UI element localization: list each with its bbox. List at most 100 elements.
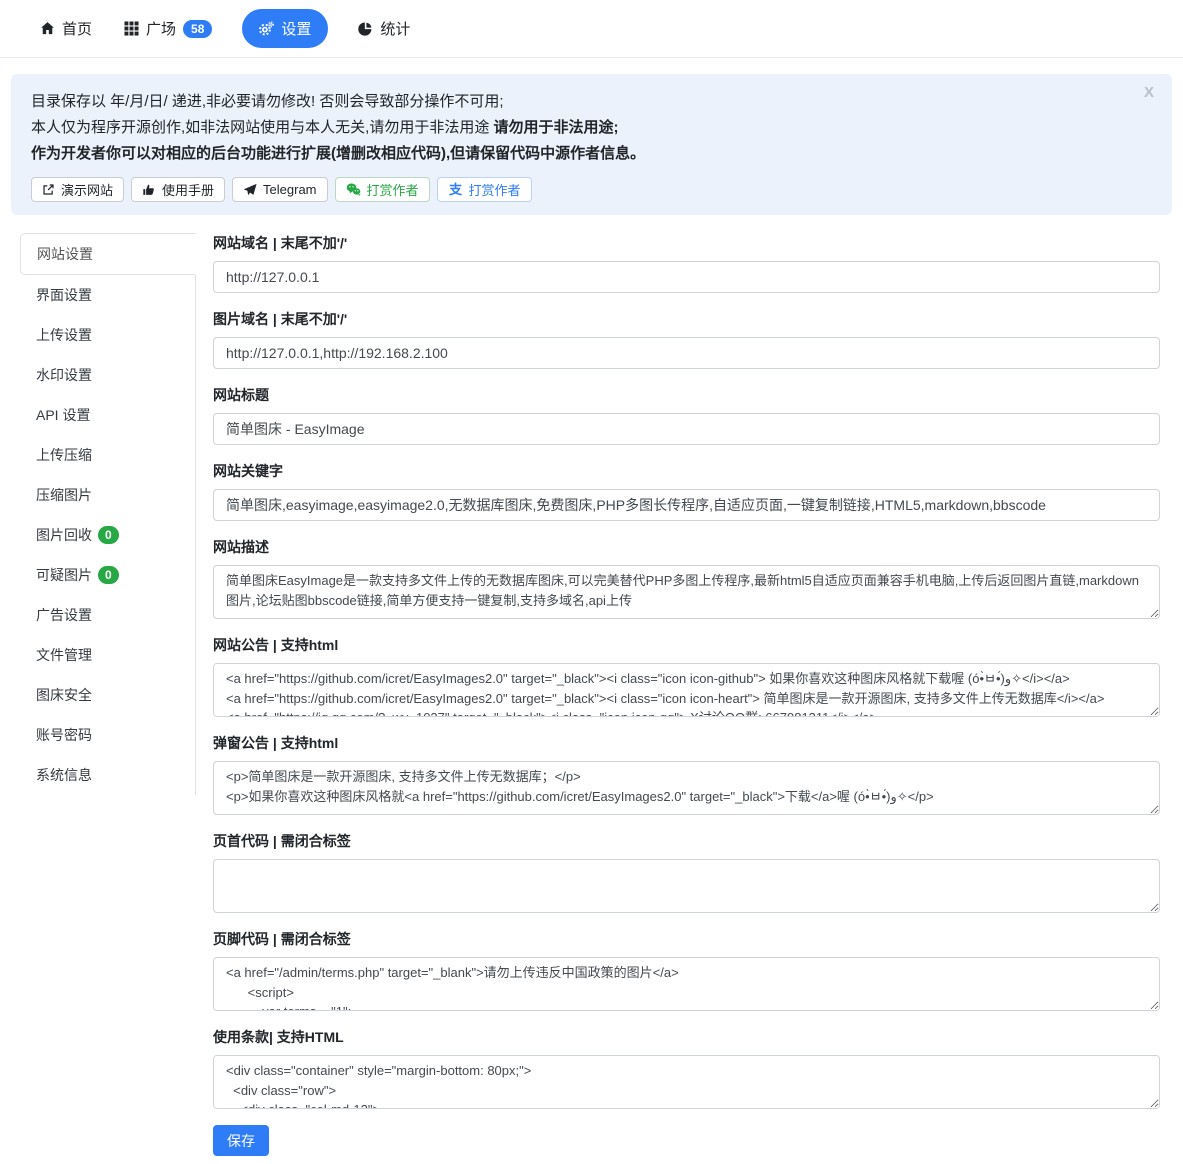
grid-icon <box>124 21 139 36</box>
alert-text-block: 目录保存以 年/月/日/ 递进,非必要请勿修改! 否则会导致部分操作不可用; 本人… <box>31 89 1152 167</box>
nav-item-settings[interactable]: 设置 <box>242 9 328 48</box>
user-manual-button[interactable]: 使用手册 <box>131 177 225 202</box>
footer-code-textarea[interactable]: <a href="/admin/terms.php" target="_blan… <box>213 957 1160 1011</box>
demo-site-button[interactable]: 演示网站 <box>31 177 124 202</box>
nav-item-stats[interactable]: 统计 <box>356 10 412 47</box>
sidebar-item-label: 水印设置 <box>36 365 92 385</box>
form-group-site-domain: 网站域名 | 末尾不加'/' <box>213 233 1160 293</box>
sidebar-item-label: 账号密码 <box>36 725 92 745</box>
donate-wechat-button[interactable]: 打赏作者 <box>335 177 430 202</box>
form-group-site-announcement: 网站公告 | 支持html <a href="https://github.com… <box>213 635 1160 717</box>
sidebar-item-label: 广告设置 <box>36 605 92 625</box>
alipay-icon: 支 <box>448 182 463 197</box>
header-code-textarea[interactable] <box>213 859 1160 913</box>
field-label-terms: 使用条款| 支持HTML <box>213 1027 1160 1047</box>
gears-icon <box>259 21 274 36</box>
button-label: 打赏作者 <box>367 180 419 199</box>
button-label: 演示网站 <box>61 180 113 199</box>
nav-item-home[interactable]: 首页 <box>38 10 94 47</box>
field-label-footer-code: 页脚代码 | 需闭合标签 <box>213 929 1160 949</box>
form-group-header-code: 页首代码 | 需闭合标签 <box>213 831 1160 913</box>
sidebar-item-suspect[interactable]: 可疑图片 0 <box>20 555 195 595</box>
alert-text-line: 作为开发者你可以对相应的后台功能进行扩展(增删改相应代码),但请保留代码中源作者… <box>31 141 1152 167</box>
sidebar-item-label: 压缩图片 <box>36 485 92 505</box>
sidebar-item-label: 上传压缩 <box>36 445 92 465</box>
save-button[interactable]: 保存 <box>213 1125 269 1156</box>
sidebar-item-upload-compress[interactable]: 上传压缩 <box>20 435 195 475</box>
paper-plane-icon <box>243 183 257 197</box>
nav-item-label: 统计 <box>380 18 410 39</box>
site-settings-form: 网站域名 | 末尾不加'/' 图片域名 | 末尾不加'/' 网站标题网站关键字网站描… <box>213 233 1160 1156</box>
sidebar-item-recycle[interactable]: 图片回收0 <box>20 515 195 555</box>
button-label: 打赏作者 <box>469 180 521 199</box>
external-link-icon <box>42 183 55 196</box>
button-label: 使用手册 <box>162 180 214 199</box>
alert-text-segment: 目录保存以 年/月/日/ 递进,非必要请勿修改! 否则会导致部分操作不可用; <box>31 93 504 110</box>
sidebar-item-label: 文件管理 <box>36 645 92 665</box>
terms-textarea[interactable]: <div class="container" style="margin-bot… <box>213 1055 1160 1109</box>
sidebar-item-account[interactable]: 账号密码 <box>20 715 195 755</box>
suspect-count-badge: 0 <box>98 566 119 584</box>
form-group-site-title: 网站标题 <box>213 385 1160 445</box>
alert-button-row: 演示网站使用手册Telegram打赏作者支打赏作者 <box>31 177 1152 202</box>
sidebar-item-upload[interactable]: 上传设置 <box>20 315 195 355</box>
sidebar-item-label: API 设置 <box>36 405 90 425</box>
site-description-textarea[interactable]: 简单图床EasyImage是一款支持多文件上传的无数据库图床,可以完美替代PHP… <box>213 565 1160 619</box>
site-keywords-input[interactable] <box>213 489 1160 521</box>
field-label-header-code: 页首代码 | 需闭合标签 <box>213 831 1160 851</box>
button-label: Telegram <box>263 182 316 197</box>
recycle-count-badge: 0 <box>98 526 119 544</box>
field-label-site-announcement: 网站公告 | 支持html <box>213 635 1160 655</box>
sidebar-item-label: 界面设置 <box>36 285 92 305</box>
settings-content: 网站设置界面设置上传设置水印设置 API 设置上传压缩压缩图片图片回收0 可疑图片 0… <box>0 215 1183 1164</box>
nav-item-plaza[interactable]: 广场58 <box>122 10 214 47</box>
form-group-site-keywords: 网站关键字 <box>213 461 1160 521</box>
sidebar-item-label: 可疑图片 <box>36 565 92 585</box>
sidebar-item-label: 图床安全 <box>36 685 92 705</box>
svg-text:支: 支 <box>448 182 462 197</box>
nav-item-label: 设置 <box>281 18 311 39</box>
field-label-popup-announcement: 弹窗公告 | 支持html <box>213 733 1160 753</box>
sidebar-item-site[interactable]: 网站设置 <box>20 233 196 275</box>
nav-item-label: 广场 <box>146 18 176 39</box>
alert-text-line: 目录保存以 年/月/日/ 递进,非必要请勿修改! 否则会导致部分操作不可用; <box>31 89 1152 115</box>
settings-sidebar: 网站设置界面设置上传设置水印设置 API 设置上传压缩压缩图片图片回收0 可疑图片 0… <box>20 233 196 795</box>
sidebar-item-file[interactable]: 文件管理 <box>20 635 195 675</box>
sidebar-item-interface[interactable]: 界面设置 <box>20 275 195 315</box>
wechat-icon <box>346 182 361 197</box>
site-announcement-textarea[interactable]: <a href="https://github.com/icret/EasyIm… <box>213 663 1160 717</box>
field-label-site-description: 网站描述 <box>213 537 1160 557</box>
form-group-popup-announcement: 弹窗公告 | 支持html <p>简单图床是一款开源图床, 支持多文件上传无数据库… <box>213 733 1160 815</box>
alert-text-segment: 本人仅为程序开源创作,如非法网站使用与本人无关,请勿用于非法用途 <box>31 119 494 136</box>
form-group-terms: 使用条款| 支持HTML <div class="container" style… <box>213 1027 1160 1109</box>
telegram-button[interactable]: Telegram <box>232 177 327 202</box>
alert-close-button[interactable]: X <box>1144 84 1154 101</box>
sidebar-item-system[interactable]: 系统信息 <box>20 755 195 795</box>
field-label-site-domain: 网站域名 | 末尾不加'/' <box>213 233 1160 253</box>
field-label-site-title: 网站标题 <box>213 385 1160 405</box>
site-title-input[interactable] <box>213 413 1160 445</box>
pie-chart-icon <box>358 21 373 36</box>
sidebar-item-api[interactable]: API 设置 <box>20 395 195 435</box>
field-label-site-keywords: 网站关键字 <box>213 461 1160 481</box>
sidebar-item-compress-image[interactable]: 压缩图片 <box>20 475 195 515</box>
field-label-image-domain: 图片域名 | 末尾不加'/' <box>213 309 1160 329</box>
home-icon <box>40 21 55 36</box>
form-group-footer-code: 页脚代码 | 需闭合标签 <a href="/admin/terms.php" t… <box>213 929 1160 1011</box>
alert-text-segment: 作为开发者你可以对相应的后台功能进行扩展(增删改相应代码),但请保留代码中源作者… <box>31 145 645 162</box>
site-domain-input[interactable] <box>213 261 1160 293</box>
donate-alipay-button[interactable]: 支打赏作者 <box>437 177 532 202</box>
image-domain-input[interactable] <box>213 337 1160 369</box>
form-group-image-domain: 图片域名 | 末尾不加'/' <box>213 309 1160 369</box>
top-navbar: 首页广场58 设置 统计 <box>0 0 1183 58</box>
thumbs-up-icon <box>142 183 156 197</box>
notice-alert: X 目录保存以 年/月/日/ 递进,非必要请勿修改! 否则会导致部分操作不可用;… <box>11 74 1172 215</box>
sidebar-item-ad[interactable]: 广告设置 <box>20 595 195 635</box>
sidebar-item-security[interactable]: 图床安全 <box>20 675 195 715</box>
alert-text-line: 本人仅为程序开源创作,如非法网站使用与本人无关,请勿用于非法用途 请勿用于非法用… <box>31 115 1152 141</box>
sidebar-item-label: 网站设置 <box>37 244 93 264</box>
sidebar-item-label: 上传设置 <box>36 325 92 345</box>
sidebar-item-watermark[interactable]: 水印设置 <box>20 355 195 395</box>
popup-announcement-textarea[interactable]: <p>简单图床是一款开源图床, 支持多文件上传无数据库；</p> <p>如果你喜… <box>213 761 1160 815</box>
form-group-site-description: 网站描述简单图床EasyImage是一款支持多文件上传的无数据库图床,可以完美替… <box>213 537 1160 619</box>
